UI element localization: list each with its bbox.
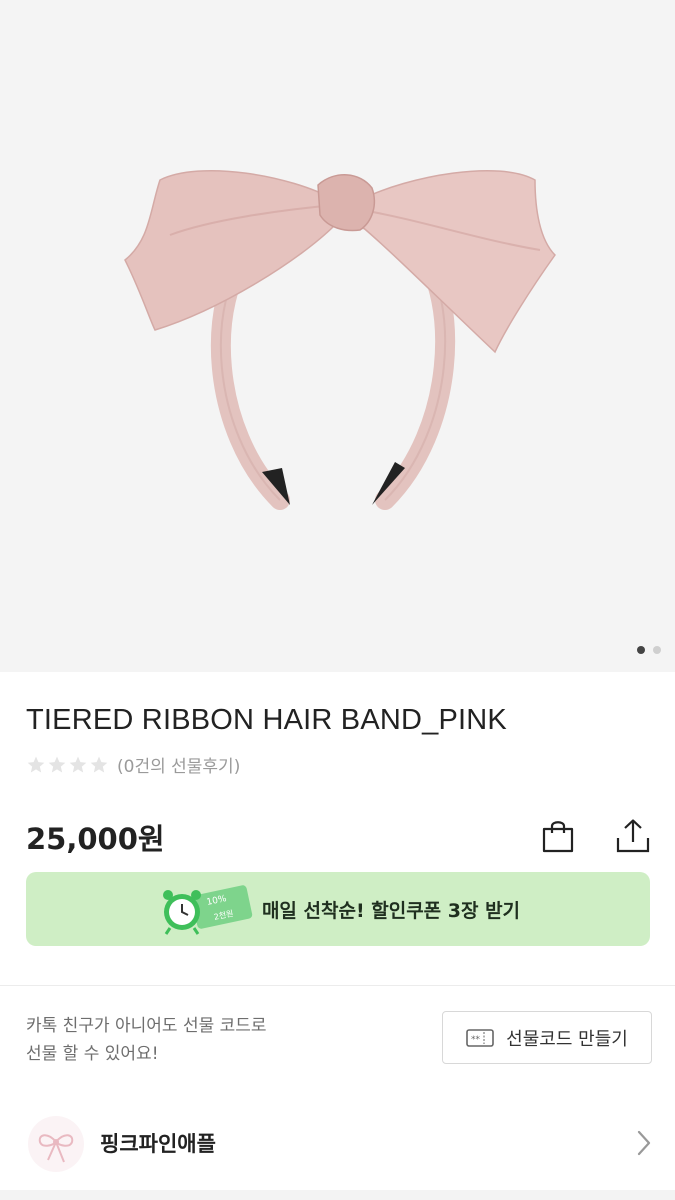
product-image	[124, 170, 556, 510]
star-icon	[90, 756, 108, 772]
product-image-carousel[interactable]	[0, 0, 675, 672]
gift-button-label: 선물코드 만들기	[506, 1028, 628, 1050]
star-icon	[48, 756, 66, 772]
brand-logo	[28, 1116, 84, 1172]
carousel-indicator	[637, 646, 661, 654]
create-gift-code-button[interactable]: ** 선물코드 만들기	[442, 1011, 652, 1064]
alarm-clock-icon: 10% 2천원	[162, 885, 253, 935]
gift-desc-line2: 선물 할 수 있어요!	[26, 1044, 159, 1064]
share-icon	[616, 819, 650, 853]
gift-desc-line1: 카톡 친구가 아니어도 선물 코드로	[26, 1016, 267, 1036]
svg-text:**: **	[471, 1035, 481, 1045]
product-title: TIERED RIBBON HAIR BAND_PINK	[26, 704, 507, 736]
add-to-cart-button[interactable]	[538, 816, 578, 856]
bottom-spacer	[0, 1190, 675, 1200]
ticket-icon: **	[466, 1028, 494, 1047]
chevron-right-icon	[637, 1130, 651, 1156]
shopping-bag-icon	[542, 821, 574, 853]
gift-code-description: 카톡 친구가 아니어도 선물 코드로 선물 할 수 있어요!	[26, 1012, 267, 1068]
star-rating	[26, 755, 109, 775]
brand-name: 핑크파인애플	[100, 1132, 216, 1156]
section-divider	[0, 985, 675, 986]
star-icon	[69, 756, 87, 772]
brand-link[interactable]: 핑크파인애플	[0, 1098, 675, 1188]
carousel-dot-active[interactable]	[637, 646, 645, 654]
coupon-banner[interactable]: 10% 2천원 매일 선착순! 할인쿠폰 3장 받기	[26, 872, 650, 946]
coupon-text: 매일 선착순! 할인쿠폰 3장 받기	[261, 899, 521, 922]
product-price: 25,000원	[26, 822, 165, 856]
carousel-dot[interactable]	[653, 646, 661, 654]
star-icon	[27, 756, 45, 772]
review-count: (0건의 선물후기)	[117, 757, 241, 777]
product-rating[interactable]: (0건의 선물후기)	[26, 752, 240, 777]
share-button[interactable]	[613, 816, 653, 856]
